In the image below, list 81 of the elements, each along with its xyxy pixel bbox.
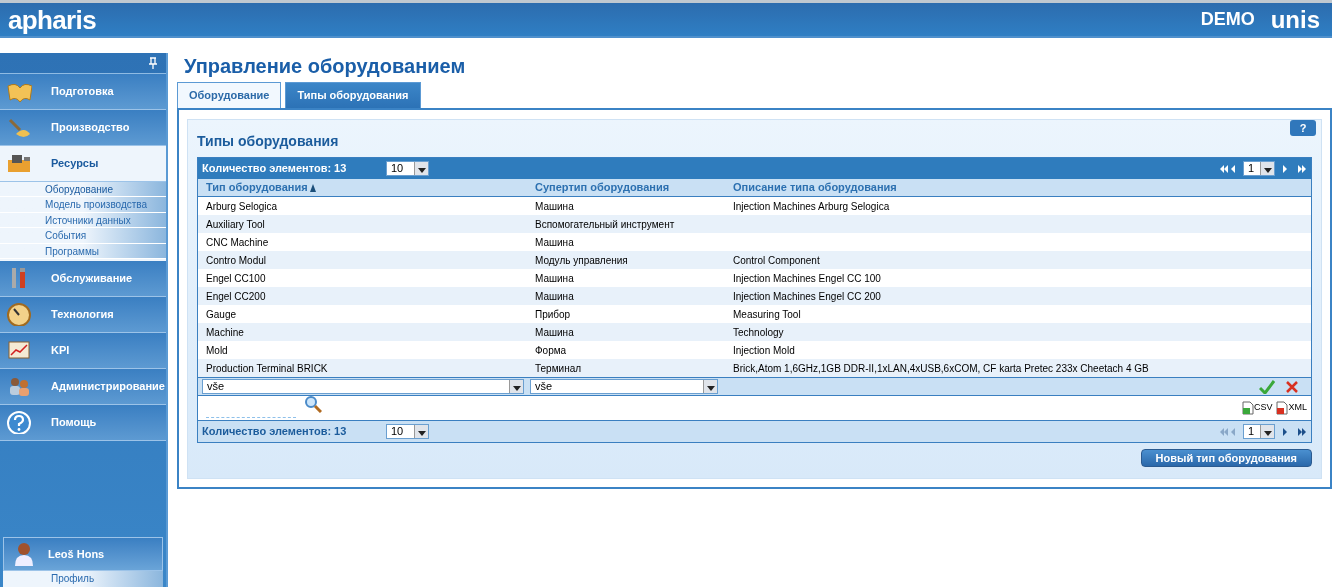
edition-label: DEMO: [1200, 8, 1255, 31]
nav-item[interactable]: Обслуживание: [0, 260, 166, 297]
nav-subitem[interactable]: Модель производства: [0, 197, 166, 213]
page-title: Управление оборудованием: [183, 54, 467, 79]
last-page-button[interactable]: [1295, 425, 1307, 438]
logo: apharis: [8, 6, 96, 33]
panel-title: Типы оборудования: [197, 132, 339, 151]
table-cell: Auxiliary Tool: [206, 218, 265, 230]
table-cell: Measuring Tool: [733, 308, 801, 320]
nav-subitem[interactable]: События: [0, 228, 166, 244]
nav-item[interactable]: Технология: [0, 296, 166, 333]
table-cell: Injection Machines Arburg Selogica: [733, 200, 890, 212]
filter-dropdown[interactable]: vše: [530, 379, 718, 394]
tab[interactable]: Типы оборудования: [285, 82, 421, 108]
nav-item[interactable]: Администрирование: [0, 368, 166, 405]
tab[interactable]: Оборудование: [177, 82, 282, 108]
table-cell: Production Terminal BRICK: [206, 362, 328, 374]
grid-toolbar: Количество элементов: 13 10 1: [198, 158, 1311, 179]
nav-item[interactable]: Подготовка: [0, 74, 166, 110]
table-cell: Engel CC100: [206, 272, 266, 284]
table-cell: Gauge: [206, 308, 237, 320]
clear-filter-icon[interactable]: [1285, 379, 1299, 394]
table-cell: Mold: [206, 344, 228, 356]
caret-icon: [1260, 425, 1274, 438]
page-size-dropdown[interactable]: 10: [386, 424, 429, 439]
apply-filter-icon[interactable]: [1259, 379, 1275, 394]
caret-icon: [414, 162, 428, 175]
next-page-button[interactable]: [1281, 425, 1289, 438]
table-cell: Вспомогательный инструмент: [535, 218, 675, 230]
table-cell: Машина: [535, 272, 574, 284]
table-cell: Machine: [206, 326, 244, 338]
profile-link[interactable]: Профиль: [3, 571, 163, 587]
help-button[interactable]: ?: [1290, 120, 1316, 136]
user-name: Leoš Hons: [48, 546, 105, 562]
caret-icon: [1260, 162, 1274, 175]
filter-dropdown[interactable]: vše: [202, 379, 524, 394]
table-cell: Arburg Selogica: [206, 200, 278, 212]
page-size-dropdown[interactable]: 10: [386, 161, 429, 176]
grid-toolbar: Количество элементов: 13 10 1: [198, 421, 1311, 442]
pin-icon: [148, 57, 158, 69]
next-page-button[interactable]: [1281, 162, 1289, 175]
page-dropdown[interactable]: 1: [1243, 424, 1275, 439]
help-icon: [6, 410, 32, 435]
column-header[interactable]: Супертип оборудования: [535, 179, 670, 196]
export-button[interactable]: XML: [1276, 401, 1307, 415]
table-cell: Technology: [733, 326, 784, 338]
export-button[interactable]: CSV: [1241, 401, 1273, 415]
nav-item[interactable]: Ресурсы: [0, 146, 166, 182]
table-cell: Машина: [535, 200, 574, 212]
table-cell: CNC Machine: [206, 236, 269, 248]
table-cell: Машина: [535, 326, 574, 338]
sort-arrow-icon: [309, 183, 316, 192]
search-icon[interactable]: [304, 395, 322, 413]
nav-item[interactable]: KPI: [0, 332, 166, 369]
table-cell: Brick,Atom 1,6GHz,1GB DDR-II,1xLAN,4xUSB,6xCOM, CF karta Pretec 233x Cheetach 4 GB: [733, 362, 1149, 374]
column-header[interactable]: Тип оборудования: [206, 179, 316, 196]
caret-icon: [509, 380, 523, 393]
table-cell: Модуль управления: [535, 254, 628, 266]
table-cell: Машина: [535, 236, 574, 248]
column-header[interactable]: Описание типа оборудования: [733, 179, 897, 196]
table-cell: Машина: [535, 290, 574, 302]
caret-icon: [703, 380, 717, 393]
gauge-icon: [6, 302, 32, 327]
table-cell: Injection Mold: [733, 344, 795, 356]
page-dropdown[interactable]: 1: [1243, 161, 1275, 176]
last-page-button[interactable]: [1295, 162, 1307, 175]
nav-item[interactable]: Производство: [0, 110, 166, 146]
caret-icon: [414, 425, 428, 438]
new-type-button[interactable]: Новый тип оборудования: [1140, 449, 1312, 467]
nav-subitem[interactable]: Оборудование: [0, 182, 166, 198]
table-cell: Control Component: [733, 254, 820, 266]
nav-item[interactable]: Помощь: [0, 404, 166, 441]
user-icon: [12, 541, 36, 567]
table-cell: Терминал: [535, 362, 582, 374]
table-cell: Форма: [535, 344, 567, 356]
brand-logo: unis: [1270, 7, 1320, 32]
table-cell: Injection Machines Engel CC 200: [733, 290, 881, 302]
table-cell: Прибор: [535, 308, 571, 320]
table-cell: Contro Modul: [206, 254, 267, 266]
table-cell: Injection Machines Engel CC 100: [733, 272, 881, 284]
table-cell: Engel CC200: [206, 290, 266, 302]
